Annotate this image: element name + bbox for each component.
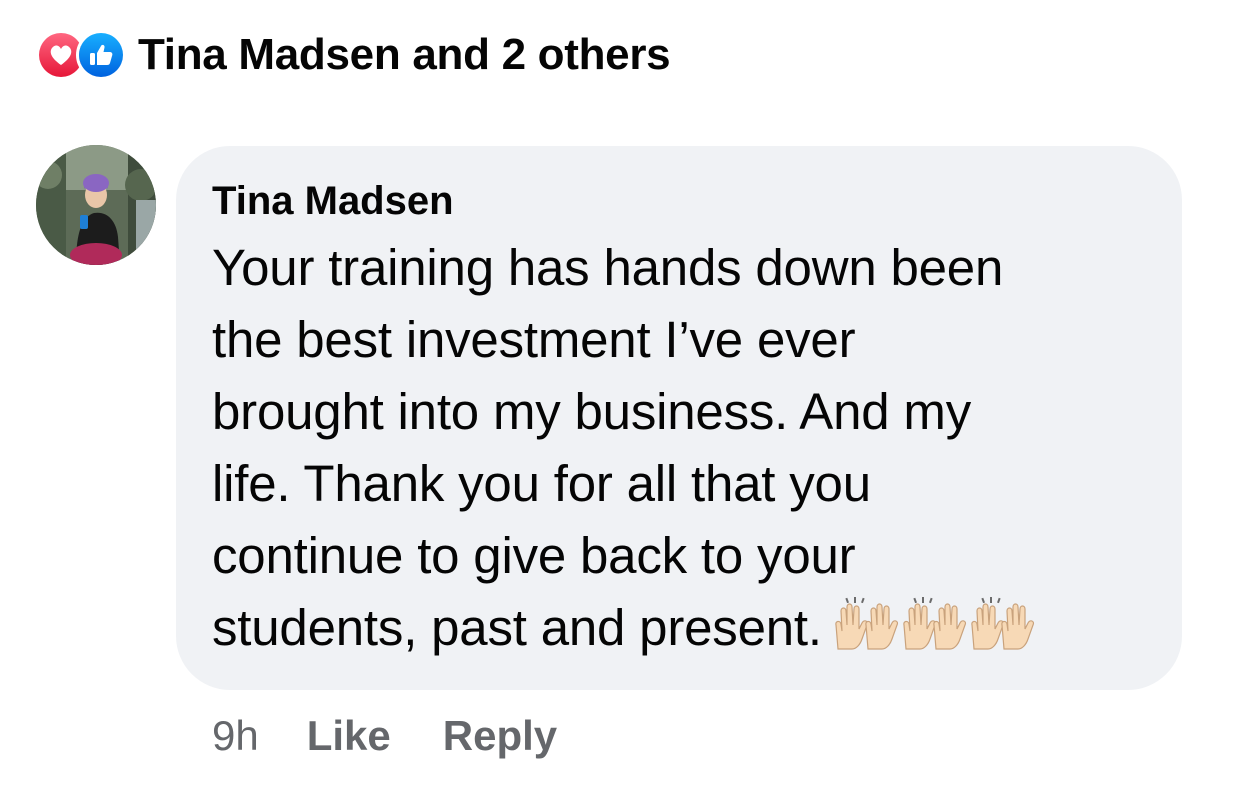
comment-author-name[interactable]: Tina Madsen <box>212 176 454 226</box>
comment-actions: 9h Like Reply <box>212 706 609 766</box>
like-reaction-icon <box>76 30 126 80</box>
comment-body: Your training has hands down been the be… <box>212 232 1142 664</box>
comment-bubble: Tina Madsen Your training has hands down… <box>176 146 1182 690</box>
comment-text: Your training has hands down been the be… <box>212 239 1004 656</box>
reactors-summary-text[interactable]: Tina Madsen and 2 others <box>138 30 671 80</box>
avatar[interactable] <box>36 145 156 265</box>
reaction-icons <box>36 30 126 80</box>
comment-timestamp[interactable]: 9h <box>212 712 259 760</box>
like-button[interactable]: Like <box>307 712 391 760</box>
reply-button[interactable]: Reply <box>443 712 557 760</box>
raising-hands-emoji-icon: 🙌🙌🙌 <box>832 595 1036 651</box>
reactions-summary[interactable]: Tina Madsen and 2 others <box>36 26 671 84</box>
